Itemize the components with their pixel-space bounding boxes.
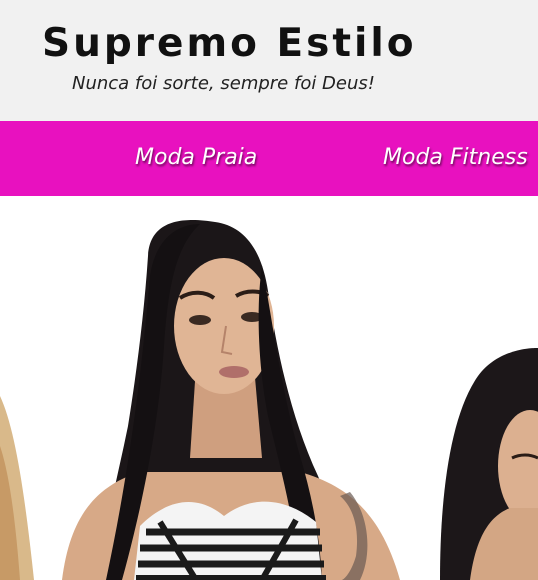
nav-item-moda-fitness[interactable]: Moda Fitness <box>383 144 528 172</box>
main-nav: es Moda Praia Moda Fitness <box>0 121 538 196</box>
hero-banner[interactable] <box>0 196 538 580</box>
striped-top <box>134 501 326 580</box>
hero-photo <box>0 219 538 580</box>
site-tagline: Nunca foi sorte, sempre foi Deus! <box>72 73 375 94</box>
model-left-partial <box>0 396 34 580</box>
model-center <box>62 219 400 580</box>
site-header: Supremo Estilo Nunca foi sorte, sempre f… <box>0 0 538 121</box>
model-right-partial <box>440 347 538 580</box>
nav-item-moda-praia[interactable]: Moda Praia <box>135 144 257 172</box>
site-title[interactable]: Supremo Estilo <box>42 20 417 68</box>
